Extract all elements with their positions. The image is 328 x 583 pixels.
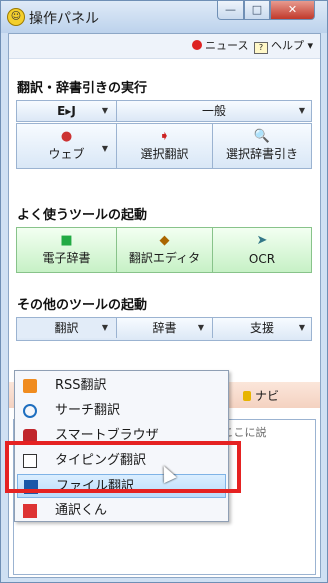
help-icon: ? [254, 42, 268, 54]
dictionary-lookup-button[interactable]: 🔍 選択辞書引き [213, 124, 311, 168]
web-icon: ● [60, 129, 73, 144]
mode-label: 一般 [201, 104, 226, 118]
lang-pair-label: E▸J [57, 104, 76, 118]
minimize-button[interactable]: — [217, 1, 244, 20]
window-title: 操作パネル [29, 11, 99, 27]
annotation-highlight-box [5, 441, 241, 493]
news-link[interactable]: ニュース [192, 38, 248, 54]
help-menu[interactable]: ? ヘルプ ▾ [254, 38, 313, 54]
common-tools-row: ■ 電子辞書 ◆ 翻訳エディタ ➤ OCR [16, 227, 312, 273]
tab-dictionary-label: 辞書 [152, 321, 177, 335]
select-translate-button[interactable]: ➧ 選択翻訳 [117, 124, 213, 168]
editor-icon: ◆ [159, 233, 170, 248]
help-label: ヘルプ [271, 39, 304, 52]
ocr-icon: ➤ [256, 233, 268, 248]
close-button[interactable]: ✕ [270, 1, 315, 20]
menu-item-rss-label: RSS翻訳 [55, 378, 107, 393]
editor-button[interactable]: ◆ 翻訳エディタ [117, 228, 213, 272]
chevron-down-icon: ▼ [101, 106, 108, 115]
translate-section-heading: 翻訳・辞書引きの実行 [17, 81, 148, 96]
news-icon [192, 40, 202, 50]
tab-support[interactable]: 支援 ▼ [213, 318, 311, 338]
top-menu: ニュース ? ヘルプ ▾ [9, 34, 320, 59]
other-tools-heading: その他のツールの起動 [17, 298, 148, 313]
logo-face-icon: ☺ [7, 8, 25, 26]
mode-select[interactable]: 一般 ▼ [117, 101, 311, 121]
tab-support-label: 支援 [249, 321, 274, 335]
chevron-down-icon: ▼ [101, 144, 108, 153]
dictionary-lookup-icon: 🔍 [253, 129, 271, 144]
ebook-label: 電子辞書 [42, 251, 91, 265]
chevron-down-icon: ▼ [101, 323, 108, 332]
navi-tab[interactable]: ナビ [243, 387, 279, 404]
web-button[interactable]: ● ウェブ ▼ [17, 124, 117, 168]
translate-tools-row: ● ウェブ ▼ ➧ 選択翻訳 🔍 選択辞書引き [16, 123, 312, 169]
navi-icon [243, 391, 251, 401]
editor-label: 翻訳エディタ [128, 251, 201, 265]
chevron-down-icon: ▼ [298, 106, 305, 115]
ebook-button[interactable]: ■ 電子辞書 [17, 228, 117, 272]
menu-item-rss[interactable]: RSS翻訳 [17, 374, 226, 398]
select-translate-icon: ➧ [159, 129, 170, 144]
tab-translate[interactable]: 翻訳 ▼ [17, 318, 117, 338]
maximize-button[interactable]: □ [244, 1, 270, 20]
chevron-down-icon: ▼ [197, 323, 204, 332]
news-label: ニュース [205, 39, 249, 52]
common-tools-heading: よく使うツールの起動 [17, 208, 148, 223]
ebook-icon: ■ [60, 233, 73, 248]
navi-label: ナビ [255, 389, 280, 403]
translate-options-bar: E▸J ▼ 一般 ▼ [16, 100, 312, 122]
rss-icon [23, 379, 37, 393]
interpreter-icon [23, 504, 37, 518]
tab-dictionary[interactable]: 辞書 ▼ [117, 318, 213, 338]
dictionary-lookup-label: 選択辞書引き [225, 147, 298, 161]
menu-item-search[interactable]: サーチ翻訳 [17, 399, 226, 423]
chevron-down-icon: ▼ [298, 323, 305, 332]
titlebar[interactable]: ☺ 操作パネル — □ ✕ [1, 1, 327, 33]
ocr-button[interactable]: ➤ OCR [213, 228, 311, 272]
menu-item-interpreter-label: 通訳くん [55, 503, 108, 518]
search-icon [23, 404, 37, 418]
other-tools-tabs: 翻訳 ▼ 辞書 ▼ 支援 ▼ [16, 317, 312, 341]
ocr-label: OCR [248, 252, 276, 266]
select-translate-label: 選択翻訳 [140, 147, 189, 161]
lang-pair-select[interactable]: E▸J ▼ [17, 101, 117, 121]
tab-translate-label: 翻訳 [54, 321, 79, 335]
menu-item-search-label: サーチ翻訳 [55, 403, 121, 418]
menu-item-interpreter[interactable]: 通訳くん [17, 499, 226, 523]
